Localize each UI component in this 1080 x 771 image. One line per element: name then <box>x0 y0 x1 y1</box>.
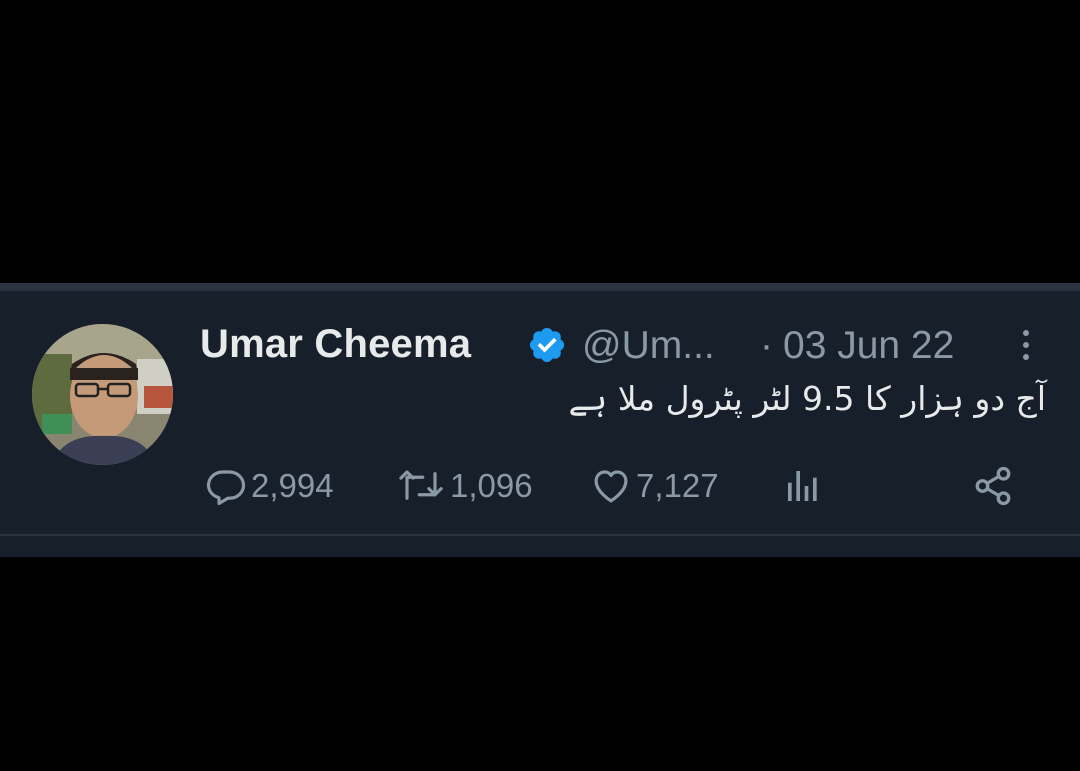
top-divider <box>0 283 1080 291</box>
retweet-button[interactable]: 1,096 <box>396 461 533 511</box>
tweet-card[interactable]: Umar Cheema @Um... · 03 Jun 22 آج دو ہزا… <box>0 283 1080 557</box>
screenshot-page: Umar Cheema @Um... · 03 Jun 22 آج دو ہزا… <box>0 0 1080 771</box>
bottom-divider <box>0 534 1080 536</box>
tweet-header: Umar Cheema @Um... · 03 Jun 22 <box>200 319 1050 369</box>
verified-badge-icon <box>529 327 565 363</box>
tweet-actions: 2,994 1,096 7,127 <box>0 461 1080 511</box>
retweet-count: 1,096 <box>450 467 533 504</box>
tweet-timestamp[interactable]: 03 Jun 22 <box>783 324 954 368</box>
avatar-photo <box>32 324 173 465</box>
views-button[interactable] <box>783 461 823 511</box>
author-handle[interactable]: @Um... <box>582 324 715 368</box>
avatar[interactable] <box>32 324 173 465</box>
like-count: 7,127 <box>636 467 719 504</box>
tweet-text: آج دو ہزار کا 9.5 لٹر پٹرول ملا ہے <box>568 379 1046 418</box>
retweet-icon <box>399 470 443 500</box>
author-name[interactable]: Umar Cheema <box>200 322 471 367</box>
share-button[interactable] <box>972 461 1014 511</box>
analytics-icon <box>788 471 817 501</box>
reply-button[interactable]: 2,994 <box>205 461 334 511</box>
reply-count: 2,994 <box>251 467 334 504</box>
separator-dot: · <box>760 324 773 367</box>
share-icon <box>975 466 1011 506</box>
like-button[interactable]: 7,127 <box>590 461 719 511</box>
more-vertical-icon[interactable] <box>1016 325 1036 365</box>
reply-icon <box>206 470 246 506</box>
heart-icon <box>594 470 628 503</box>
